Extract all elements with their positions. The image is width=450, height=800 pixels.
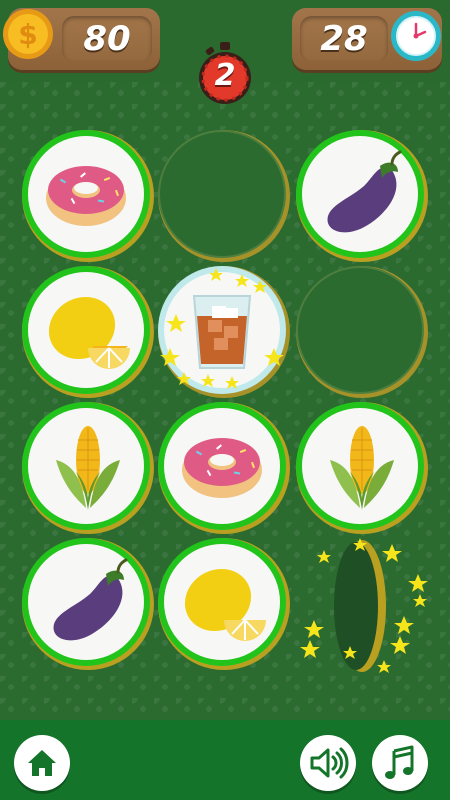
card-corn[interactable] — [20, 400, 156, 536]
stopwatch-icon: 2 — [195, 42, 255, 106]
card-face-down[interactable] — [294, 264, 430, 400]
card-face-down[interactable] — [156, 128, 292, 264]
card-donut[interactable] — [156, 400, 292, 536]
countdown-number: 2 — [214, 58, 236, 93]
coin-score: 80 — [83, 19, 131, 59]
music-button[interactable] — [372, 735, 428, 791]
card-eggplant[interactable] — [294, 128, 430, 264]
music-note-icon — [385, 745, 414, 779]
speaker-icon — [310, 747, 349, 779]
card-iced-drink-selected[interactable] — [156, 264, 292, 400]
card-corn[interactable] — [294, 400, 430, 536]
home-button[interactable] — [14, 735, 70, 791]
svg-text:$: $ — [18, 18, 37, 51]
home-icon — [28, 750, 56, 776]
card-eggplant[interactable] — [20, 536, 156, 672]
card-lemon[interactable] — [156, 536, 292, 672]
time-remaining: 28 — [320, 19, 368, 59]
sound-button[interactable] — [300, 735, 356, 791]
coin-score-well: 80 — [62, 16, 152, 62]
card-donut[interactable] — [20, 128, 156, 264]
clock-icon — [390, 10, 442, 62]
time-well: 28 — [300, 16, 388, 62]
card-lemon[interactable] — [20, 264, 156, 400]
dollar-coin-icon: $ — [2, 8, 54, 60]
card-flipping[interactable] — [300, 536, 440, 678]
